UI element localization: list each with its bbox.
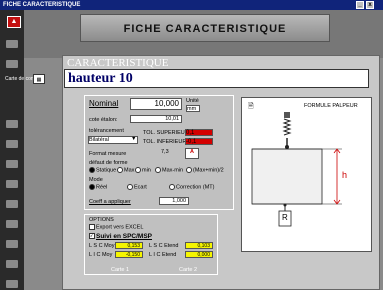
- cote-etalon-label: cote étalon:: [89, 117, 118, 123]
- tolerance-form: Nominal 10,000 Unité mm cote étalon: 10,…: [84, 95, 234, 210]
- defaut-max[interactable]: Max: [117, 167, 134, 173]
- page-title: FICHE CARACTERISTIQUE: [123, 23, 287, 35]
- checkbox-suivi[interactable]: ✓: [89, 233, 95, 240]
- suivi-spc[interactable]: ✓ Suivi en SPC/MSP: [89, 233, 152, 240]
- palpeur-diagram: [251, 112, 342, 227]
- defaut-max-min[interactable]: Max-min: [155, 167, 183, 173]
- lic-etend-input[interactable]: 0,000: [185, 251, 213, 258]
- defaut-max-plus-min[interactable]: (Max+min)/2: [186, 167, 224, 173]
- format-label: Format mesure: [89, 151, 127, 157]
- radio-reel[interactable]: [89, 184, 95, 190]
- radio-min[interactable]: [135, 167, 141, 173]
- cote-etalon-input[interactable]: 10,01: [130, 115, 182, 123]
- carte2-label: Carte 2: [179, 267, 198, 273]
- options-title: OPTIONS: [89, 217, 114, 223]
- mode-reel[interactable]: Réel: [89, 184, 107, 190]
- tol-inf-label: TOL. INFERIEURE: [143, 139, 190, 145]
- tolerancement-label: tolérancement: [89, 128, 124, 134]
- lsc-moy-input[interactable]: 0,153: [115, 242, 143, 249]
- radio-max-min[interactable]: [155, 167, 161, 173]
- lic-moy-input[interactable]: -0,150: [115, 251, 143, 258]
- tol-sup-input[interactable]: 0,1: [185, 129, 213, 136]
- chart-icon[interactable]: ▦: [33, 74, 45, 84]
- filmstrip-decoration: [0, 10, 24, 290]
- characteristic-name-field[interactable]: hauteur 10: [64, 69, 369, 88]
- section-label: CARACTERISTIQUE: [67, 57, 169, 69]
- carte1-label: Carte 1: [111, 267, 130, 273]
- lic-moy-label: L I C Moy: [89, 252, 113, 258]
- close-button[interactable]: x: [366, 1, 374, 9]
- radio-max-plus-min[interactable]: [186, 167, 192, 173]
- header-banner: FICHE CARACTERISTIQUE: [80, 14, 330, 42]
- window-title: FICHE CARACTERISTIQUE: [3, 2, 81, 8]
- radio-statique[interactable]: [89, 167, 95, 173]
- mode-correction[interactable]: Correction (MT): [169, 184, 215, 190]
- coeff-label: Coeff a appliquer: [89, 199, 131, 205]
- exit-icon[interactable]: ▲: [7, 16, 21, 28]
- lsc-moy-label: L S C Moy: [89, 243, 115, 249]
- lic-etend-label: L I C Etend: [149, 252, 177, 258]
- defaut-statique[interactable]: Statique: [89, 167, 116, 173]
- unit-label: Unité: [186, 98, 199, 104]
- radio-max[interactable]: [117, 167, 123, 173]
- nominal-label: Nominal: [89, 99, 119, 108]
- export-excel[interactable]: Export vers EXCEL: [89, 224, 143, 230]
- r-label: R: [282, 213, 288, 222]
- checkbox-export[interactable]: [89, 224, 95, 230]
- coeff-input[interactable]: 1,000: [159, 197, 189, 205]
- mode-label: Mode: [89, 177, 103, 183]
- palpeur-panel: 🗎 FORMULE PALPEUR h R: [241, 97, 372, 252]
- minimize-button[interactable]: _: [356, 1, 364, 9]
- h-label: h: [342, 170, 348, 180]
- defaut-min[interactable]: min: [135, 167, 151, 173]
- lsc-etend-input[interactable]: 0,103: [185, 242, 213, 249]
- unit-input[interactable]: mm: [186, 105, 200, 112]
- radio-correction[interactable]: [169, 184, 175, 190]
- radio-ecart[interactable]: [127, 184, 133, 190]
- nominal-input[interactable]: 10,000: [130, 98, 182, 110]
- mode-ecart[interactable]: Ecart: [127, 184, 147, 190]
- chevron-down-icon[interactable]: ▼: [131, 136, 136, 142]
- format-value[interactable]: 7,3: [161, 149, 169, 155]
- lsc-etend-label: L S C Etend: [149, 243, 179, 249]
- defaut-label: défaut de forme: [89, 160, 128, 166]
- options-panel: OPTIONS Export vers EXCEL ✓ Suivi en SPC/…: [84, 214, 218, 275]
- tol-inf-input[interactable]: -0,1: [185, 138, 213, 145]
- title-bar: FICHE CARACTERISTIQUE _ x: [0, 0, 383, 10]
- font-format-icon[interactable]: A: [185, 148, 199, 159]
